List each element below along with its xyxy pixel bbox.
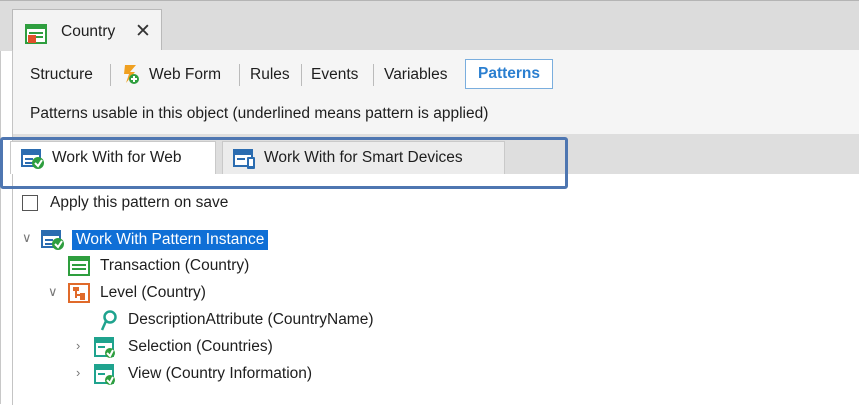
toolbar-separator — [373, 64, 374, 86]
tab-work-with-for-smart-devices[interactable]: Work With for Smart Devices — [222, 141, 505, 174]
tree-item-label: Transaction (Country) — [100, 257, 250, 274]
patterns-info-text: Patterns usable in this object (underlin… — [30, 105, 489, 122]
chevron-right-icon[interactable]: › — [76, 338, 80, 353]
tree-item-label: Selection (Countries) — [128, 338, 273, 355]
tree-item-label: View (Country Information) — [128, 365, 313, 382]
info-bar: Patterns usable in this object (underlin… — [13, 94, 859, 134]
tab-work-with-for-web[interactable]: Work With for Web — [10, 141, 216, 174]
toolbar-separator — [301, 64, 302, 86]
apply-pattern-label: Apply this pattern on save — [50, 194, 229, 211]
close-icon[interactable]: ✕ — [135, 20, 151, 43]
tab-patterns[interactable]: Patterns — [465, 59, 553, 89]
tree-item-label: DescriptionAttribute (CountryName) — [128, 311, 374, 328]
view-icon — [94, 364, 115, 385]
tab-variables[interactable]: Variables — [384, 66, 447, 84]
work-with-web-icon — [21, 149, 44, 169]
web-form-icon — [124, 65, 139, 84]
transaction-icon — [25, 24, 47, 44]
work-with-smart-devices-icon — [233, 149, 255, 169]
chevron-down-icon[interactable]: ∨ — [48, 284, 58, 300]
tab-rules[interactable]: Rules — [250, 66, 290, 84]
tab-structure[interactable]: Structure — [30, 66, 93, 84]
chevron-right-icon[interactable]: › — [76, 365, 80, 380]
tree-item-label: Work With Pattern Instance — [72, 230, 269, 250]
object-toolbar: Structure Web Form Rules Events Variable… — [13, 50, 859, 95]
toolbar-separator — [239, 64, 240, 86]
transaction-icon — [68, 256, 90, 276]
description-attribute-icon — [100, 310, 117, 331]
tab-label: Work With for Web — [52, 149, 182, 166]
level-icon — [68, 283, 90, 303]
pattern-instance-icon — [41, 230, 64, 250]
tab-web-form[interactable]: Web Form — [149, 66, 221, 84]
toolbar-separator — [110, 64, 111, 86]
tree-item-label: Level (Country) — [100, 284, 206, 301]
tab-label: Work With for Smart Devices — [264, 149, 463, 166]
apply-pattern-checkbox[interactable] — [22, 195, 38, 211]
document-tab-country[interactable]: Country ✕ — [12, 9, 162, 53]
document-tab-strip: Country ✕ — [0, 0, 859, 53]
document-tab-title: Country — [61, 23, 116, 40]
selection-icon — [94, 337, 115, 358]
tab-events[interactable]: Events — [311, 66, 358, 84]
chevron-down-icon[interactable]: ∨ — [22, 230, 32, 246]
pattern-tab-strip: Work With for Web Work With for Smart De… — [10, 134, 859, 174]
